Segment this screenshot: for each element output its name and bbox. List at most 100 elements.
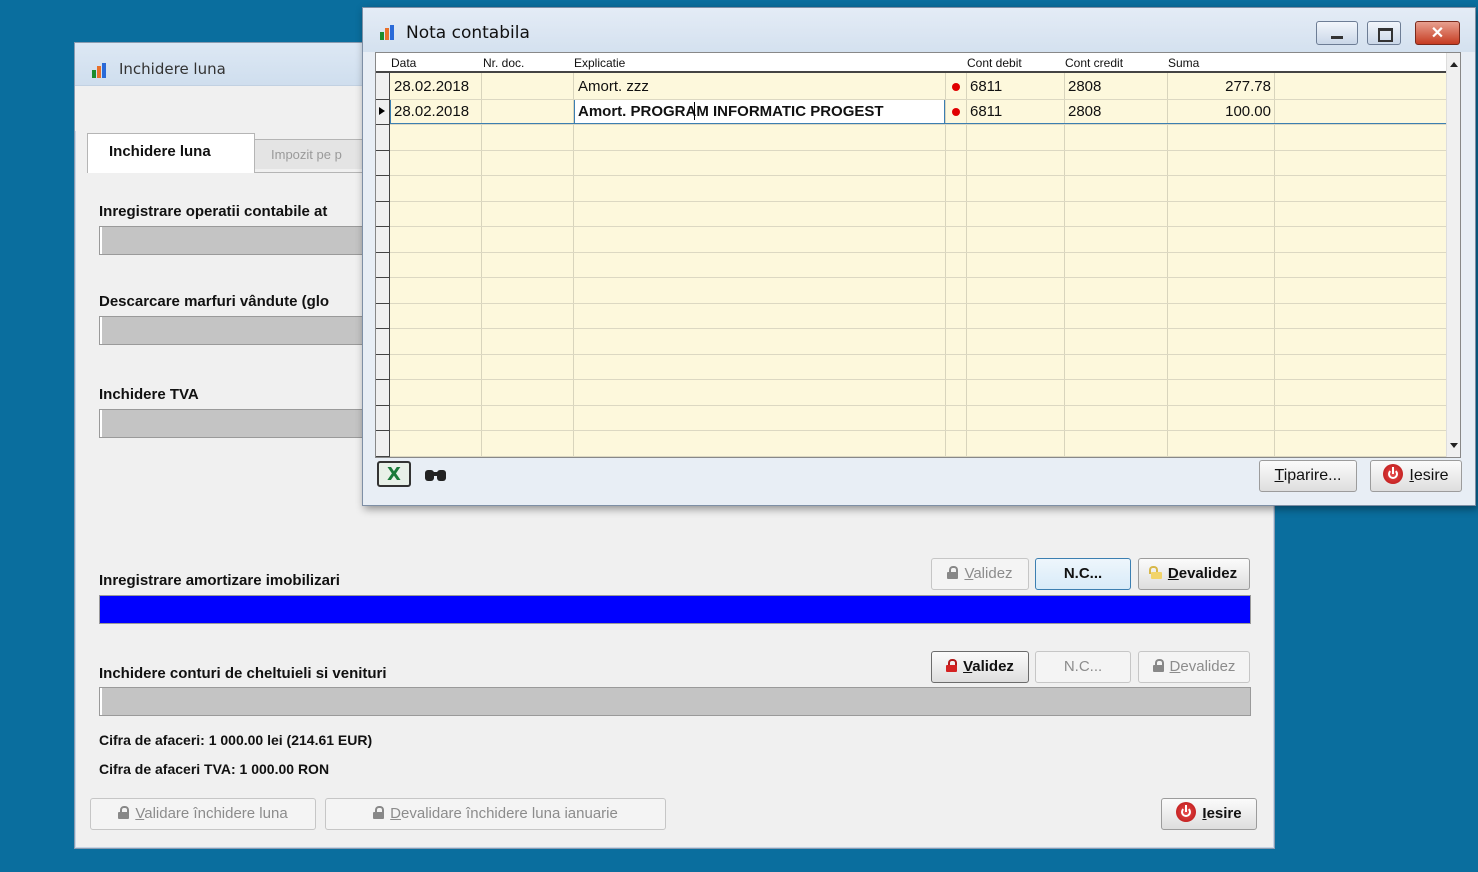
grid-body: 28.02.2018 Amort. zzz 6811 2808 277.78 2… — [390, 73, 1448, 457]
devalidez-prefix: D — [1169, 658, 1181, 675]
status-dot-icon — [952, 83, 960, 91]
indicator-row-line — [376, 353, 390, 355]
front-window-title: Nota contabila — [406, 23, 530, 43]
section-cheltuieli-label: Inchidere conturi de cheltuieli si venit… — [99, 665, 387, 682]
col-header-nr-doc[interactable]: Nr. doc. — [483, 56, 524, 70]
validare-prefix: V — [135, 805, 145, 822]
grid-row-line — [390, 175, 1448, 176]
col-header-suma[interactable]: Suma — [1168, 56, 1199, 70]
cheltuieli-nc-button[interactable]: N.C... — [1035, 651, 1131, 683]
binoculars-icon[interactable] — [425, 466, 447, 482]
tiparire-button[interactable]: Tiparire... — [1259, 460, 1357, 492]
iesire-rest: esire — [1413, 467, 1449, 484]
cifra-afaceri-text: Cifra de afaceri: 1 000.00 lei (214.61 E… — [99, 732, 373, 748]
front-iesire-button[interactable]: Iesire — [1370, 460, 1462, 492]
current-row-arrow-icon — [379, 107, 385, 115]
section-tva-label: Inchidere TVA — [99, 386, 199, 403]
cell-explicatie[interactable]: Amort. PROGRAM INFORMATIC PROGEST — [578, 103, 884, 120]
col-header-explicatie[interactable]: Explicatie — [574, 56, 625, 70]
back-iesire-button[interactable]: Iesire — [1161, 798, 1257, 830]
lock-icon — [373, 806, 385, 819]
grid-row-line — [390, 149, 1448, 151]
excel-icon[interactable] — [377, 461, 411, 487]
indicator-row-line — [376, 455, 390, 457]
indicator-row-line — [376, 175, 390, 176]
section-descarcare-label: Descarcare marfuri vândute (glo — [99, 293, 330, 310]
progress-cheltuieli — [99, 687, 1251, 716]
maximize-icon[interactable] — [1367, 21, 1401, 45]
indicator-row-line — [376, 277, 390, 278]
indicator-row-line — [376, 302, 390, 304]
cell-data: 28.02.2018 — [394, 103, 470, 120]
cell-cont-debit: 6811 — [970, 78, 1003, 95]
progress-amortizare-fill — [100, 596, 1250, 623]
iesire-rest: esire — [1206, 805, 1242, 822]
lock-open-icon — [1148, 566, 1162, 579]
cell-suma: 277.78 — [1225, 78, 1271, 95]
devalidare-rest: evalidare închidere luna ianuarie — [401, 805, 618, 822]
grid-row-line — [390, 98, 1448, 100]
lock-icon — [947, 566, 959, 579]
back-window-title: Inchidere luna — [119, 60, 226, 78]
col-header-data[interactable]: Data — [391, 56, 416, 70]
app-chart-icon — [379, 24, 397, 40]
grid-row-line — [390, 251, 1448, 253]
validez-prefix: V — [963, 658, 973, 675]
grid-row-line — [390, 302, 1448, 304]
close-icon[interactable]: ✕ — [1415, 21, 1460, 45]
cell-cont-credit: 2808 — [1068, 78, 1102, 95]
grid-row-line — [390, 277, 1448, 278]
validare-inchidere-button[interactable]: Validare închidere luna — [90, 798, 316, 830]
devalidare-prefix: D — [390, 805, 402, 822]
grid-row-line — [390, 124, 1448, 125]
indicator-row-line — [376, 98, 390, 100]
col-header-cont-debit[interactable]: Cont debit — [967, 56, 1022, 70]
app-chart-icon — [91, 62, 109, 78]
devalidez-rest: evalidez — [1178, 565, 1238, 582]
lock-icon — [1152, 659, 1164, 672]
devalidez-prefix: D — [1167, 565, 1179, 582]
scroll-down-icon[interactable] — [1450, 443, 1458, 448]
amortizare-nc-button[interactable]: N.C... — [1035, 558, 1131, 590]
grid-row-line — [390, 455, 1448, 457]
cell-suma: 100.00 — [1225, 103, 1271, 120]
power-icon — [1176, 802, 1197, 822]
indicator-row-line — [376, 379, 390, 380]
nota-contabila-grid[interactable]: Data Nr. doc. Explicatie Cont debit Cont… — [375, 52, 1461, 458]
grid-row-line — [390, 200, 1448, 202]
lock-red-icon — [946, 659, 958, 672]
tab-inchidere-luna[interactable]: Inchidere luna — [87, 133, 255, 173]
row-indicator-column — [376, 73, 390, 457]
tiparire-prefix: T — [1274, 467, 1284, 484]
amortizare-validez-button[interactable]: Validez — [931, 558, 1029, 590]
indicator-row-line — [376, 251, 390, 253]
indicator-row-line — [376, 200, 390, 202]
scroll-up-icon[interactable] — [1450, 62, 1458, 67]
indicator-row-line — [376, 149, 390, 151]
grid-row-line — [390, 226, 1448, 227]
grid-header: Data Nr. doc. Explicatie Cont debit Cont… — [376, 53, 1448, 73]
cell-cont-debit: 6811 — [970, 103, 1003, 120]
grid-row-line — [390, 353, 1448, 355]
grid-vertical-scrollbar[interactable] — [1446, 53, 1460, 457]
devalidare-inchidere-button[interactable]: Devalidare închidere luna ianuarie — [325, 798, 666, 830]
section-amortizare-label: Inregistrare amortizare imobilizari — [99, 572, 340, 589]
grid-row-line — [390, 404, 1448, 406]
indicator-row-line — [376, 430, 390, 431]
front-window-titlebar[interactable]: Nota contabila ✕ — [363, 8, 1475, 52]
col-header-cont-credit[interactable]: Cont credit — [1065, 56, 1123, 70]
indicator-row-line — [376, 124, 390, 125]
cheltuieli-validez-button[interactable]: Validez — [931, 651, 1029, 683]
power-icon — [1383, 464, 1404, 484]
grid-row-line — [390, 430, 1448, 431]
cheltuieli-devalidez-button[interactable]: Devalidez — [1138, 651, 1250, 683]
devalidez-rest: evalidez — [1180, 658, 1236, 675]
grid-row-line — [390, 328, 1448, 329]
amortizare-devalidez-button[interactable]: Devalidez — [1138, 558, 1250, 590]
status-dot-icon — [952, 108, 960, 116]
text-cursor — [694, 102, 695, 120]
indicator-row-line — [376, 328, 390, 329]
progress-amortizare — [99, 595, 1251, 624]
minimize-icon[interactable] — [1316, 21, 1358, 45]
grid-row-line — [390, 379, 1448, 380]
